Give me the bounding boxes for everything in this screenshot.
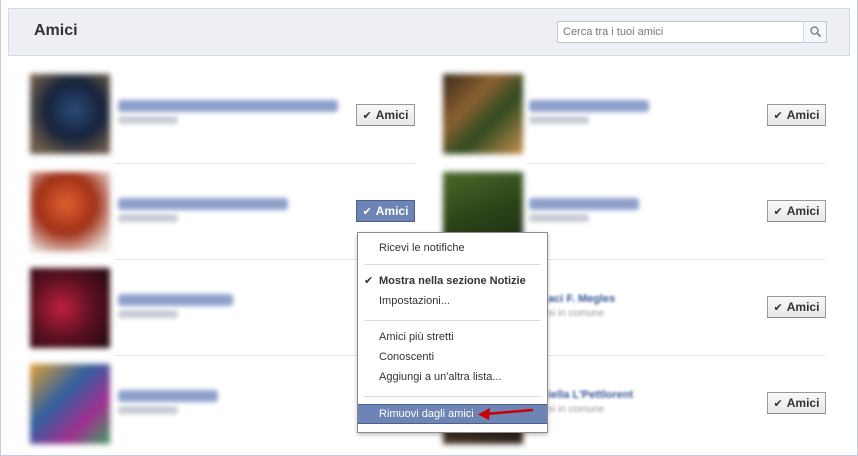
- friend-name[interactable]: [118, 294, 233, 306]
- checkmark-icon: ✔: [773, 109, 783, 122]
- search-input[interactable]: [558, 22, 803, 42]
- checkmark-icon: ✔: [362, 109, 372, 122]
- friend-photo[interactable]: [30, 364, 110, 444]
- friend-name[interactable]: [118, 390, 218, 402]
- checkmark-icon: ✔: [364, 275, 374, 287]
- friend-name[interactable]: [529, 100, 649, 112]
- friend-name[interactable]: iella L'Pettlorent: [548, 389, 633, 401]
- menu-item-notifications[interactable]: Ricevi le notifiche: [358, 239, 547, 257]
- friend-mutual: [529, 116, 589, 124]
- page-title: Amici: [34, 22, 78, 39]
- annotation-arrow-icon: [478, 408, 534, 420]
- friend-photo[interactable]: [30, 268, 110, 348]
- checkmark-icon: ✔: [773, 397, 783, 410]
- checkmark-icon: ✔: [773, 205, 783, 218]
- menu-item-close-friends[interactable]: Amici più stretti: [358, 328, 547, 346]
- friend-mutual: [118, 310, 178, 318]
- friend-name[interactable]: [118, 100, 338, 112]
- friend-mutual: [118, 406, 178, 414]
- friend-name[interactable]: [529, 198, 639, 210]
- friends-button[interactable]: ✔ Amici: [356, 104, 415, 126]
- friend-name[interactable]: aci F. Megles: [548, 293, 615, 305]
- checkmark-icon: ✔: [773, 301, 783, 314]
- search-button[interactable]: [803, 22, 826, 42]
- friend-mutual: si in comune: [548, 404, 605, 415]
- menu-item-add-to-list[interactable]: Aggiungi a un'altra lista...: [358, 368, 547, 386]
- search-icon: [810, 26, 821, 37]
- friend-photo[interactable]: [443, 74, 523, 154]
- friend-mutual: [118, 116, 178, 124]
- friend-mutual: [529, 214, 589, 222]
- page-header: Amici: [8, 8, 850, 56]
- friend-photo[interactable]: [30, 172, 110, 252]
- divider: [115, 163, 415, 164]
- friends-button[interactable]: ✔ Amici: [767, 392, 826, 414]
- menu-item-settings[interactable]: Impostazioni...: [358, 292, 547, 310]
- divider: [527, 259, 825, 260]
- friends-button-open[interactable]: ✔ Amici: [356, 200, 415, 222]
- checkmark-icon: ✔: [362, 205, 372, 218]
- search-box[interactable]: [557, 21, 827, 43]
- divider: [527, 163, 825, 164]
- friends-button[interactable]: ✔ Amici: [767, 296, 826, 318]
- menu-item-acquaintances[interactable]: Conoscenti: [358, 348, 547, 366]
- friends-button[interactable]: ✔ Amici: [767, 104, 826, 126]
- friend-options-menu: Ricevi le notifiche ✔ Mostra nella sezio…: [357, 232, 548, 433]
- menu-separator: [364, 396, 541, 397]
- divider: [548, 355, 825, 356]
- friend-name[interactable]: [118, 198, 288, 210]
- friend-photo[interactable]: [30, 74, 110, 154]
- menu-separator: [364, 264, 541, 265]
- menu-item-show-in-news-feed[interactable]: ✔ Mostra nella sezione Notizie: [358, 272, 547, 290]
- friends-button[interactable]: ✔ Amici: [767, 200, 826, 222]
- menu-separator: [364, 320, 541, 321]
- friend-mutual: si in comune: [548, 308, 605, 319]
- friend-mutual: [118, 214, 178, 222]
